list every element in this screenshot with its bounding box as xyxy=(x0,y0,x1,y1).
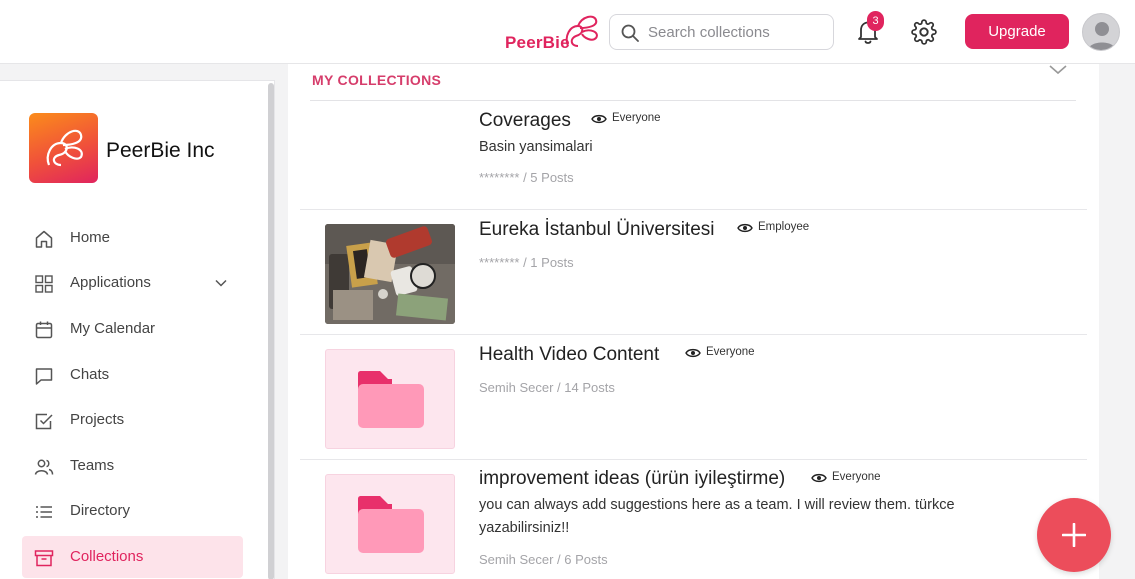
search-icon xyxy=(621,24,639,42)
sidebar-item-label: Projects xyxy=(70,411,125,428)
collection-description: Basin yansimalari xyxy=(479,139,593,155)
sidebar-item-label: Collections xyxy=(70,548,144,565)
user-avatar-icon xyxy=(1088,22,1116,50)
top-bar: PeerBie 3 Upgrade xyxy=(0,0,1135,64)
sidebar-item-my-calendar[interactable]: My Calendar xyxy=(22,308,243,350)
chevron-down-icon[interactable] xyxy=(214,276,228,290)
collection-title[interactable]: Eureka İstanbul Üniversitesi xyxy=(479,219,715,241)
collection-thumbnail[interactable] xyxy=(325,349,455,449)
sidebar-item-directory[interactable]: Directory xyxy=(22,490,243,532)
collection-title[interactable]: Health Video Content xyxy=(479,344,659,366)
list-icon xyxy=(36,506,52,518)
calendar-icon xyxy=(35,321,53,339)
peerbie-logo[interactable]: PeerBie xyxy=(504,12,604,54)
divider xyxy=(310,100,1076,101)
sidebar: PeerBie Inc Home Applications My Calenda… xyxy=(0,80,275,579)
collections-panel: MY COLLECTIONS Coverages Everyone Basin … xyxy=(288,64,1099,579)
sidebar-item-label: Chats xyxy=(70,366,110,383)
org-name: PeerBie Inc xyxy=(106,139,215,162)
user-avatar[interactable] xyxy=(1082,13,1120,51)
sidebar-item-teams[interactable]: Teams xyxy=(22,445,243,487)
plus-icon xyxy=(1062,523,1086,547)
folder-icon xyxy=(358,371,424,428)
section-title: MY COLLECTIONS xyxy=(312,72,442,88)
photo-image xyxy=(325,224,455,324)
archive-icon xyxy=(34,550,54,567)
sidebar-item-label: My Calendar xyxy=(70,320,156,337)
visibility-label: Everyone xyxy=(612,112,661,124)
sidebar-item-chats[interactable]: Chats xyxy=(22,354,243,396)
sidebar-item-collections[interactable]: Collections xyxy=(22,536,243,578)
home-icon xyxy=(35,230,53,248)
eye-icon xyxy=(737,223,753,233)
divider xyxy=(300,459,1087,460)
sidebar-item-applications[interactable]: Applications xyxy=(22,262,243,304)
collection-title[interactable]: Coverages xyxy=(479,110,571,132)
add-collection-button[interactable] xyxy=(1037,498,1111,572)
org-logo[interactable] xyxy=(29,113,98,183)
collection-meta: Semih Secer / 6 Posts xyxy=(479,552,608,567)
chevron-down-icon[interactable] xyxy=(1048,62,1068,76)
divider xyxy=(300,209,1087,210)
eye-icon xyxy=(591,114,607,124)
gear-icon[interactable] xyxy=(911,19,937,45)
butterfly-logo-icon xyxy=(565,15,598,47)
folder-icon xyxy=(358,496,424,553)
collection-meta: ******** / 5 Posts xyxy=(479,170,574,185)
search-input[interactable] xyxy=(648,22,828,42)
users-icon xyxy=(34,459,54,475)
collection-meta: Semih Secer / 14 Posts xyxy=(479,380,615,395)
sidebar-item-label: Teams xyxy=(70,457,115,474)
search-box[interactable] xyxy=(609,14,834,50)
eye-icon xyxy=(685,348,701,358)
checkbox-icon xyxy=(35,413,53,430)
collection-title[interactable]: improvement ideas (ürün iyileştirme) xyxy=(479,468,785,490)
collection-meta: ******** / 1 Posts xyxy=(479,255,574,270)
sidebar-item-label: Home xyxy=(70,229,111,246)
visibility-label: Employee xyxy=(758,221,810,233)
sidebar-scrollbar[interactable] xyxy=(268,83,274,579)
sidebar-item-label: Applications xyxy=(70,274,151,291)
visibility-label: Everyone xyxy=(706,346,755,358)
butterfly-logo-icon xyxy=(46,129,83,167)
chat-icon xyxy=(35,368,53,385)
collection-thumbnail[interactable] xyxy=(325,224,455,324)
visibility-label: Everyone xyxy=(832,471,881,483)
sidebar-item-home[interactable]: Home xyxy=(22,217,243,259)
sidebar-item-label: Directory xyxy=(70,502,131,519)
eye-icon xyxy=(811,473,827,483)
grid-icon xyxy=(35,275,53,293)
divider xyxy=(300,334,1087,335)
collection-thumbnail[interactable] xyxy=(325,474,455,574)
sidebar-item-projects[interactable]: Projects xyxy=(22,399,243,441)
notification-badge: 3 xyxy=(867,11,884,31)
upgrade-button[interactable]: Upgrade xyxy=(965,14,1069,49)
collection-description: you can always add suggestions here as a… xyxy=(479,497,955,536)
